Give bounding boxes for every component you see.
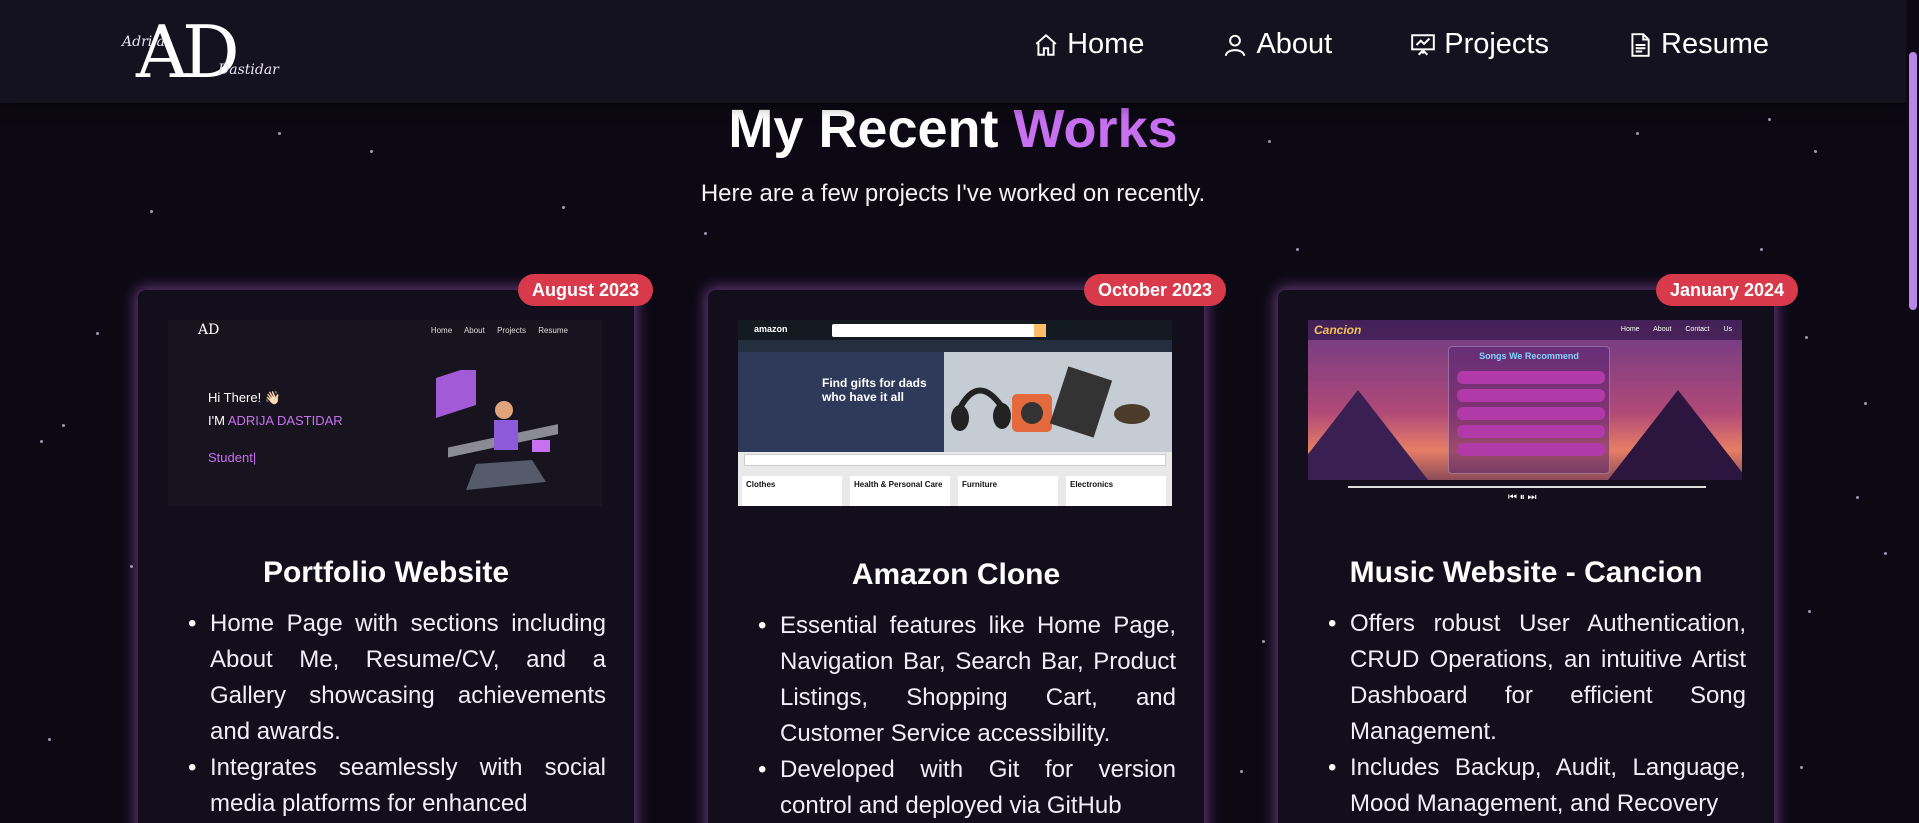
nav-home-label: Home xyxy=(1067,28,1145,60)
nav-projects[interactable]: Projects xyxy=(1410,28,1549,61)
page-scrollbar[interactable] xyxy=(1906,0,1919,823)
site-logo[interactable]: Adrija AD Dastidar xyxy=(122,10,292,94)
thumb-mountain xyxy=(1308,390,1428,480)
thumb-song-row xyxy=(1457,425,1605,438)
feature-item: Includes Backup, Audit, Language, Mood M… xyxy=(1328,750,1746,822)
thumb-player-controls: ⏮ ⏸ ⏭ xyxy=(1508,492,1537,503)
thumb-player: ⏮ ⏸ ⏭ xyxy=(1308,480,1742,506)
thumb-progress xyxy=(1348,486,1706,488)
navbar: Adrija AD Dastidar Home About Projects R… xyxy=(0,0,1919,103)
project-card-portfolio[interactable]: AD Home About Projects Resume Hi There! … xyxy=(138,290,634,823)
thumb-category-box: Electronics xyxy=(1066,476,1166,506)
thumb-role: Student| xyxy=(208,450,257,465)
headphones-icon xyxy=(951,366,1150,438)
section-subtitle: Here are a few projects I've worked on r… xyxy=(700,180,1206,207)
thumb-search-icon xyxy=(1034,324,1046,337)
project-title: Portfolio Website xyxy=(262,556,510,589)
thumb-logo: amazon xyxy=(754,324,788,334)
thumb-category-box: Furniture xyxy=(958,476,1058,506)
nav-resume[interactable]: Resume xyxy=(1627,28,1769,61)
thumb-search xyxy=(832,324,1046,337)
project-card-cancion[interactable]: Cancion Home About Contact Us Songs We R… xyxy=(1278,290,1774,823)
thumb-category-box: Clothes xyxy=(742,476,842,506)
project-thumbnail[interactable]: AD Home About Projects Resume Hi There! … xyxy=(168,320,602,506)
thumb-hero-text: Find gifts for dads who have it all xyxy=(822,376,927,404)
section-title: My Recent Works xyxy=(0,98,1906,160)
project-title: Amazon Clone xyxy=(851,558,1061,591)
thumb-hero-products xyxy=(944,352,1172,452)
feature-item: Integrates seamlessly with social media … xyxy=(188,750,606,822)
thumb-panel-title: Songs We Recommend xyxy=(1479,351,1579,361)
thumb-subnav xyxy=(738,340,1172,352)
project-date-badge: January 2024 xyxy=(1656,274,1799,306)
home-icon xyxy=(1035,33,1057,56)
section-title-main: My Recent xyxy=(728,99,1014,159)
main-nav: Home About Projects Resume xyxy=(955,28,1769,61)
thumb-song-row xyxy=(1457,407,1605,420)
thumb-intro: I'M ADRIJA DASTIDAR xyxy=(208,413,343,428)
thumb-mountain xyxy=(1608,390,1742,480)
project-features: Essential features like Home Page, Navig… xyxy=(758,608,1176,823)
project-card-amazon[interactable]: amazon Find gifts for dads who have it a… xyxy=(708,290,1204,823)
document-icon xyxy=(1631,32,1650,57)
thumb-nav: Home About Projects Resume xyxy=(430,326,568,335)
project-title: Music Website - Cancion xyxy=(1349,556,1703,589)
feature-item: Essential features like Home Page, Navig… xyxy=(758,608,1176,752)
thumb-intro-name: ADRIJA DASTIDAR xyxy=(227,413,343,428)
nav-about-label: About xyxy=(1256,28,1333,60)
thumb-recommend-panel: Songs We Recommend xyxy=(1448,346,1610,474)
project-thumbnail[interactable]: amazon Find gifts for dads who have it a… xyxy=(738,320,1172,506)
desk-illustration-icon xyxy=(436,370,558,490)
thumb-logo: AD xyxy=(198,322,220,338)
project-date-badge: October 2023 xyxy=(1084,274,1227,306)
section-title-accent: Works xyxy=(1013,99,1178,159)
scrollbar-thumb[interactable] xyxy=(1909,52,1917,310)
presentation-icon xyxy=(1411,33,1436,55)
project-features: Offers robust User Authentication, CRUD … xyxy=(1328,606,1746,822)
thumb-song-row xyxy=(1457,443,1605,456)
nav-resume-label: Resume xyxy=(1661,28,1769,60)
thumb-brand: Cancion xyxy=(1314,323,1362,337)
feature-item: Offers robust User Authentication, CRUD … xyxy=(1328,606,1746,750)
nav-about[interactable]: About xyxy=(1222,28,1332,61)
logo-last-name: Dastidar xyxy=(218,62,279,78)
nav-home[interactable]: Home xyxy=(1033,28,1144,61)
project-thumbnail[interactable]: Cancion Home About Contact Us Songs We R… xyxy=(1308,320,1742,506)
feature-item: Home Page with sections including About … xyxy=(188,606,606,750)
thumb-category-box: Health & Personal Care xyxy=(850,476,950,506)
thumb-greeting: Hi There! 👋🏻 xyxy=(208,390,282,405)
nav-projects-label: Projects xyxy=(1444,28,1549,60)
user-icon xyxy=(1225,34,1246,56)
project-features: Home Page with sections including About … xyxy=(188,606,606,822)
feature-item: Developed with Git for version control a… xyxy=(758,752,1176,823)
project-date-badge: August 2023 xyxy=(518,274,654,306)
thumb-info-strip xyxy=(744,454,1166,466)
logo-initials: AD xyxy=(136,10,240,94)
thumb-nav: Home About Contact Us xyxy=(1620,326,1732,333)
thumb-song-row xyxy=(1457,389,1605,402)
thumb-song-row xyxy=(1457,371,1605,384)
thumb-intro-prefix: I'M xyxy=(208,413,228,428)
